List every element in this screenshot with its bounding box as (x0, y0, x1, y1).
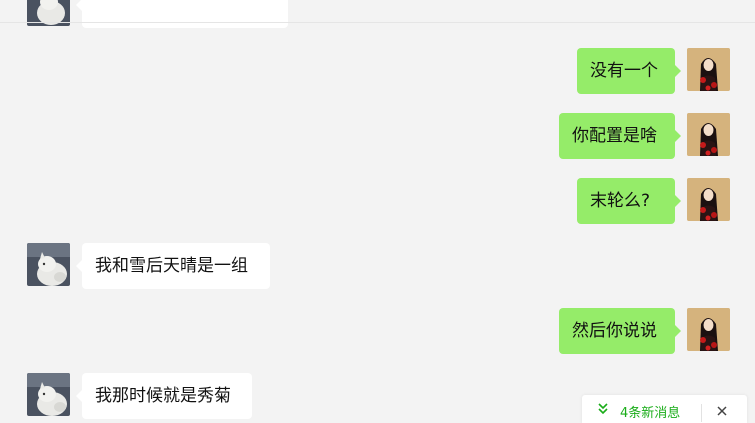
my-avatar[interactable] (687, 113, 730, 156)
message-text: 我和雪后天晴是一组 (95, 256, 248, 276)
close-icon[interactable] (716, 405, 728, 417)
message-text: 你配置是啥 (572, 126, 657, 146)
header-divider (0, 22, 755, 23)
double-chevron-down-icon[interactable] (596, 399, 610, 417)
contact-avatar[interactable] (27, 243, 70, 286)
white-cat-avatar-icon (27, 373, 70, 416)
my-avatar[interactable] (687, 178, 730, 221)
message-text: 没有一个 (590, 61, 658, 81)
my-avatar[interactable] (687, 48, 730, 91)
message-bubble[interactable]: 我和雪后天晴是一组 (76, 243, 270, 289)
chat-message-area: 没有一个 你配置是啥 末轮么? 我和雪后天晴是一组 然后你说说 我那时候就是秀菊… (0, 0, 755, 423)
my-avatar[interactable] (687, 308, 730, 351)
message-bubble[interactable]: 我那时候就是秀菊 (76, 373, 252, 419)
new-messages-label[interactable]: 4条新消息 (620, 395, 680, 423)
message-bubble[interactable]: 你配置是啥 (559, 113, 681, 159)
message-text: 末轮么? (590, 191, 651, 211)
white-cat-avatar-icon (27, 243, 70, 286)
message-text: 我那时候就是秀菊 (95, 386, 231, 406)
anime-girl-avatar-icon (687, 113, 730, 156)
contact-avatar[interactable] (27, 373, 70, 416)
divider (701, 404, 702, 422)
message-bubble[interactable]: 没有一个 (577, 48, 681, 94)
message-bubble[interactable]: 然后你说说 (559, 308, 681, 354)
anime-girl-avatar-icon (687, 178, 730, 221)
anime-girl-avatar-icon (687, 308, 730, 351)
message-text: 然后你说说 (572, 321, 657, 341)
anime-girl-avatar-icon (687, 48, 730, 91)
message-bubble[interactable]: 末轮么? (577, 178, 681, 224)
new-messages-bar[interactable]: 4条新消息 (582, 395, 747, 423)
message-bubble-partial[interactable] (76, 0, 288, 28)
